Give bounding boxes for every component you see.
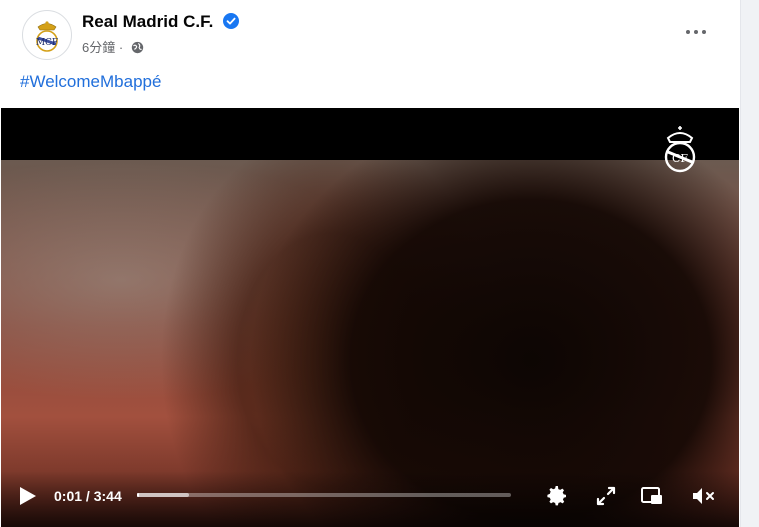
current-time: 0:01 <box>54 488 83 504</box>
post-card: MCF Real Madrid C.F. 6分鐘 · #WelcomeMbapp… <box>0 0 741 527</box>
svg-text:CF: CF <box>672 152 688 165</box>
verified-badge-icon <box>223 13 239 29</box>
video-player[interactable]: CF 0:01 / 3:44 <box>1 108 739 527</box>
more-dot <box>694 30 698 34</box>
post-meta: 6分鐘 · <box>82 37 144 56</box>
time-separator: / <box>82 488 94 504</box>
hashtag-link[interactable]: #WelcomeMbappé <box>20 72 161 92</box>
more-options-icon[interactable] <box>680 18 712 46</box>
more-dot <box>686 30 690 34</box>
real-madrid-crest-icon: MCF <box>24 12 70 58</box>
play-icon[interactable] <box>19 486 37 506</box>
settings-gear-icon[interactable] <box>544 484 570 508</box>
duration: 3:44 <box>93 488 122 504</box>
page-avatar[interactable]: MCF <box>22 10 72 60</box>
buffered-bar <box>137 493 190 497</box>
meta-separator: · <box>118 40 124 55</box>
more-dot <box>702 30 706 34</box>
post-timestamp[interactable]: 6分鐘 <box>82 40 115 55</box>
fullscreen-icon[interactable] <box>593 484 619 508</box>
video-progress-bar[interactable] <box>137 493 511 497</box>
video-time: 0:01 / 3:44 <box>54 488 122 504</box>
svg-text:MCF: MCF <box>36 38 58 48</box>
volume-muted-icon[interactable] <box>691 484 717 508</box>
picture-in-picture-icon[interactable] <box>639 484 665 508</box>
globe-icon[interactable] <box>131 41 144 54</box>
page-name[interactable]: Real Madrid C.F. <box>82 12 213 32</box>
played-bar <box>137 493 139 497</box>
channel-watermark-crest-icon: CF <box>664 126 696 173</box>
